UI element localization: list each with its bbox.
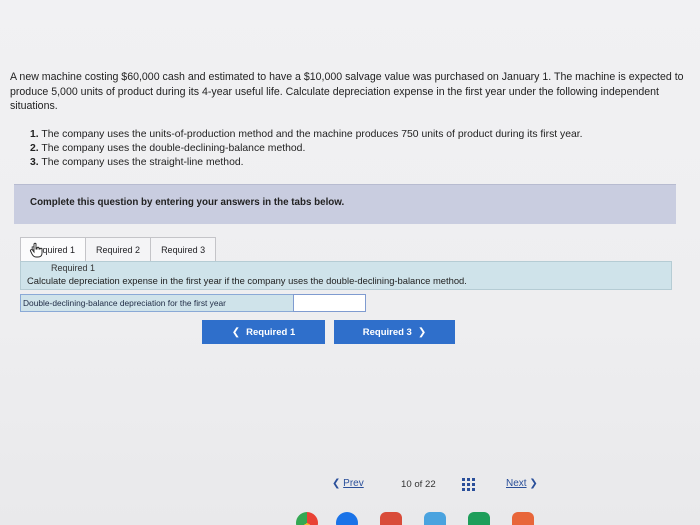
page-total: 22 <box>425 479 436 490</box>
page-of: of <box>414 479 423 490</box>
panel-tab-title: Required 1 <box>51 263 96 273</box>
task-item: 1. The company uses the units-of-product… <box>30 128 690 142</box>
task-text: The company uses the units-of-production… <box>41 129 583 140</box>
hand-cursor-icon <box>29 242 43 258</box>
task-number: 1. <box>30 129 39 140</box>
task-list: 1. The company uses the units-of-product… <box>30 128 690 170</box>
chrome-icon[interactable] <box>296 512 318 525</box>
tab-required-2[interactable]: Required 2 <box>85 237 152 261</box>
chevron-left-icon: ❮ <box>231 326 241 338</box>
instructions-banner: Complete this question by entering your … <box>14 184 676 224</box>
prev-question-link[interactable]: ❮ Prev <box>332 478 364 489</box>
task-number: 3. <box>30 157 39 168</box>
task-item: 2. The company uses the double-declining… <box>30 142 690 156</box>
task-item: 3. The company uses the straight-line me… <box>30 156 690 170</box>
tab-label: Required 3 <box>161 245 206 255</box>
task-number: 2. <box>30 143 39 154</box>
page-counter: 10 of 22 <box>401 479 436 490</box>
chevron-left-icon: ❮ <box>332 478 341 489</box>
tab-required-3[interactable]: Required 3 <box>150 237 217 261</box>
tab-required-1[interactable]: Required 1 <box>20 237 87 261</box>
task-text: The company uses the double-declining-ba… <box>41 143 306 154</box>
panel-instruction: Calculate depreciation expense in the fi… <box>27 275 467 286</box>
banner-text: Complete this question by entering your … <box>30 197 345 208</box>
next-required-button[interactable]: Required 3 ❯ <box>334 320 455 344</box>
prev-required-button[interactable]: ❮ Required 1 <box>202 320 325 344</box>
depreciation-answer-input[interactable] <box>293 294 366 312</box>
prev-required-label: Required 1 <box>246 326 296 338</box>
task-text: The company uses the straight-line metho… <box>41 157 244 168</box>
question-pager: ❮ Prev 10 of 22 Next ❯ <box>332 478 552 494</box>
tab-label: Required 2 <box>96 245 141 255</box>
chevron-right-icon: ❯ <box>417 326 427 338</box>
files-icon[interactable] <box>424 512 446 525</box>
mail-icon[interactable] <box>380 512 402 525</box>
prev-label: Prev <box>343 478 364 489</box>
tab-content-panel: Required 1 Calculate depreciation expens… <box>20 261 672 290</box>
grid-icon[interactable] <box>462 478 476 492</box>
page: A new machine costing $60,000 cash and e… <box>0 0 700 525</box>
next-label: Next <box>506 478 527 489</box>
play-icon[interactable] <box>468 512 490 525</box>
answer-label: Double-declining-balance depreciation fo… <box>20 294 294 312</box>
answer-row: Double-declining-balance depreciation fo… <box>20 294 366 312</box>
app-icon[interactable] <box>512 512 534 525</box>
question-intro: A new machine costing $60,000 cash and e… <box>10 71 684 112</box>
page-current: 10 <box>401 479 412 490</box>
chevron-right-icon: ❯ <box>529 478 538 489</box>
app-icon[interactable] <box>336 512 358 525</box>
next-required-label: Required 3 <box>362 326 412 338</box>
next-question-link[interactable]: Next ❯ <box>506 478 538 489</box>
required-tabs: Required 1 Required 2 Required 3 <box>20 236 217 261</box>
dock <box>290 512 560 525</box>
